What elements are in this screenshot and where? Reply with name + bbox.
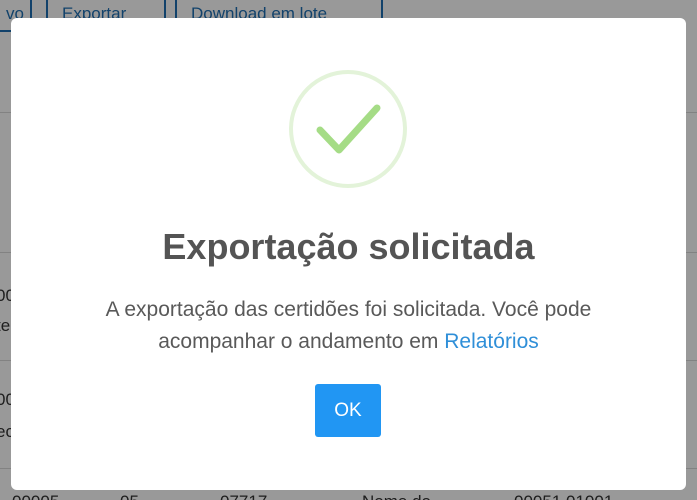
- dialog-title: Exportação solicitada: [162, 226, 535, 267]
- ok-button[interactable]: OK: [315, 384, 381, 437]
- reports-link[interactable]: Relatórios: [444, 330, 539, 353]
- export-success-dialog: Exportação solicitada A exportação das c…: [11, 18, 686, 490]
- dialog-message: A exportação das certidões foi solicitad…: [51, 294, 646, 358]
- page: vo Exportar Download em lote 00 te 00 ec…: [0, 0, 697, 500]
- success-check-icon: [289, 70, 407, 188]
